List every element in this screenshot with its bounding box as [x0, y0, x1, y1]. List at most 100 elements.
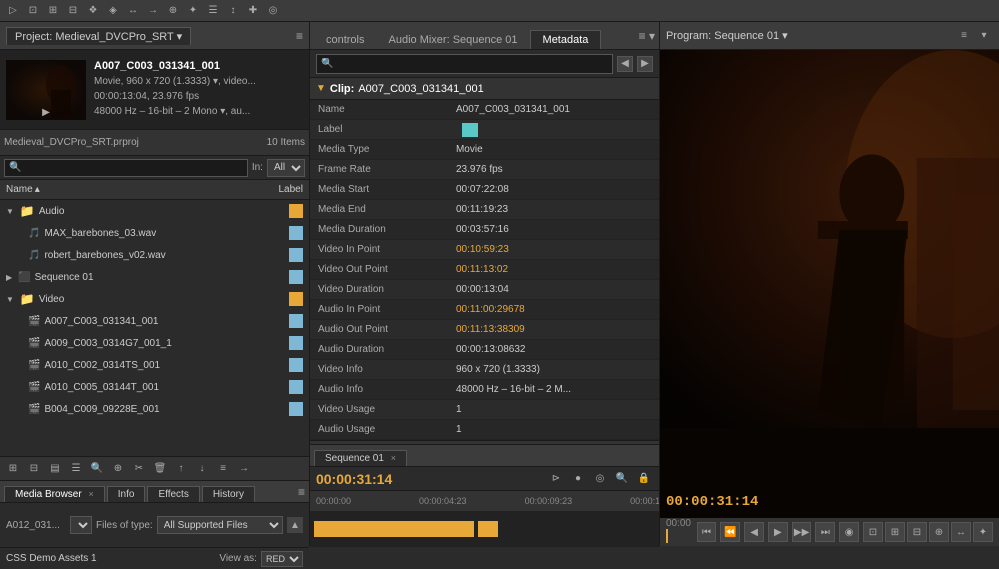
metadata-search-input[interactable] — [316, 54, 613, 74]
meta-key-video-in: Video In Point — [310, 244, 450, 255]
folder-icon-video: 📁 — [20, 292, 35, 306]
bottom-row2: CSS Demo Assets 1 View as: RED — [0, 547, 309, 569]
tab-controls[interactable]: controls — [314, 31, 377, 49]
monitor-btn-step-fwd[interactable]: ⏭ — [815, 522, 835, 542]
meta-prev-btn[interactable]: ◀ — [617, 56, 633, 72]
folder-video[interactable]: ▼ 📁 Video — [0, 288, 309, 310]
toolbar-icon-2[interactable]: ⊡ — [24, 2, 42, 20]
left-icon-8[interactable]: 🗑 — [151, 460, 169, 478]
toolbar-icon-3[interactable]: ⊞ — [44, 2, 62, 20]
left-icon-12[interactable]: → — [235, 460, 253, 478]
toolbar-icon-14[interactable]: ◎ — [264, 2, 282, 20]
meta-next-btn[interactable]: ▶ — [637, 56, 653, 72]
tab-audio-mixer[interactable]: Audio Mixer: Sequence 01 — [377, 31, 530, 49]
toolbar-icon-4[interactable]: ⊟ — [64, 2, 82, 20]
file-a010-t[interactable]: 🎬 A010_C005_03144T_001 — [0, 376, 309, 398]
monitor-btn-step-back[interactable]: ⏮ — [697, 522, 717, 542]
tab-media-browser[interactable]: Media Browser × — [4, 486, 105, 502]
sequence-tab-close[interactable]: × — [391, 453, 396, 463]
file-b004[interactable]: 🎬 B004_C009_09228E_001 — [0, 398, 309, 420]
left-icon-7[interactable]: ✂ — [130, 460, 148, 478]
monitor-icon-1[interactable]: ⊡ — [863, 522, 883, 542]
monitor-icon-6[interactable]: ✦ — [973, 522, 993, 542]
seq-icon-4[interactable]: 🔍 — [613, 470, 631, 488]
project-tab[interactable]: Project: Medieval_DVCPro_SRT ▾ — [6, 27, 191, 45]
tab-info[interactable]: Info — [107, 486, 146, 502]
file-robert-barebones[interactable]: 🎵 robert_barebones_v02.wav — [0, 244, 309, 266]
toolbar-icon-13[interactable]: ✚ — [244, 2, 262, 20]
monitor-btn-prev-frame[interactable]: ◀ — [744, 522, 764, 542]
tab-metadata[interactable]: Metadata — [530, 30, 602, 49]
meta-val-video-out: 00:11:13:02 — [450, 264, 659, 275]
panel-menu-button[interactable]: ≡ — [296, 29, 303, 43]
sequence-tab[interactable]: Sequence 01 × — [314, 450, 407, 466]
left-icon-5[interactable]: 🔍 — [88, 460, 106, 478]
program-menu-btn[interactable]: ≡ — [955, 27, 973, 45]
bottom-panel-menu[interactable]: ≡ — [298, 485, 305, 499]
file-a007[interactable]: 🎬 A007_C003_031341_001 — [0, 310, 309, 332]
file-icon-2: 🎵 — [28, 250, 40, 261]
toolbar-icon-7[interactable]: ↔ — [124, 2, 142, 20]
monitor-icon-3[interactable]: ⊟ — [907, 522, 927, 542]
in-label: In: — [252, 162, 263, 173]
toolbar-icon-11[interactable]: ☰ — [204, 2, 222, 20]
toolbar-icon-8[interactable]: → — [144, 2, 162, 20]
meta-val-media-end: 00:11:19:23 — [450, 204, 659, 215]
seq-icon-2[interactable]: ● — [569, 470, 587, 488]
center-panel-menu[interactable]: ≡ ▾ — [639, 29, 655, 43]
meta-row-frame-rate: Frame Rate 23.976 fps — [310, 160, 659, 180]
program-expand-btn[interactable]: ▾ — [975, 27, 993, 45]
seq-icon-3[interactable]: ◎ — [591, 470, 609, 488]
monitor-btn-rewind[interactable]: ⏪ — [720, 522, 740, 542]
file-icon-a010-t: 🎬 — [28, 382, 40, 393]
meta-key-media-start: Media Start — [310, 184, 450, 195]
left-icon-4[interactable]: ☰ — [67, 460, 85, 478]
file-tree: ▼ 📁 Audio 🎵 MAX_barebones_03.wav 🎵 rober… — [0, 200, 309, 456]
toolbar-icon-9[interactable]: ⊕ — [164, 2, 182, 20]
file-type-select[interactable]: All Supported Files — [157, 516, 283, 534]
folder-audio[interactable]: ▼ 📁 Audio — [0, 200, 309, 222]
seq-icon-1[interactable]: ⊳ — [547, 470, 565, 488]
left-icon-1[interactable]: ⊞ — [4, 460, 22, 478]
monitor-btn-next-frame[interactable]: ▶▶ — [792, 522, 812, 542]
file-icon-a009: 🎬 — [28, 338, 40, 349]
sequence-01[interactable]: ▶ ⬛ Sequence 01 — [0, 266, 309, 288]
folder-label-audio: Audio — [39, 206, 285, 217]
scroll-up-btn[interactable]: ▲ — [287, 517, 303, 533]
file-a009[interactable]: 🎬 A009_C003_0314G7_001_1 — [0, 332, 309, 354]
toolbar-icon-6[interactable]: ◈ — [104, 2, 122, 20]
media-item-dropdown[interactable] — [70, 516, 92, 534]
meta-key-media-end: Media End — [310, 204, 450, 215]
view-select[interactable]: RED — [261, 551, 303, 567]
in-select[interactable]: All — [267, 159, 305, 177]
file-label-a009: A009_C003_0314G7_001_1 — [44, 338, 285, 349]
left-icon-11[interactable]: ≡ — [214, 460, 232, 478]
toolbar-icon-1[interactable]: ▷ — [4, 2, 22, 20]
monitor-btn-play[interactable]: ▶ — [768, 522, 788, 542]
seq-time-header: 00:00:31:14 ⊳ ● ◎ 🔍 🔒 — [310, 467, 659, 491]
tab-media-browser-close[interactable]: × — [88, 489, 93, 499]
left-icon-10[interactable]: ↓ — [193, 460, 211, 478]
monitor-btn-record[interactable]: ◉ — [839, 522, 859, 542]
monitor-icon-4[interactable]: ⊕ — [929, 522, 949, 542]
tab-effects[interactable]: Effects — [147, 486, 199, 502]
monitor-icon-5[interactable]: ↔ — [951, 522, 971, 542]
left-icon-3[interactable]: ▤ — [46, 460, 64, 478]
clip-section-header[interactable]: ▼ Clip: A007_C003_031341_001 — [310, 78, 659, 100]
toolbar-icon-10[interactable]: ✦ — [184, 2, 202, 20]
program-monitor-header: Program: Sequence 01 ▾ ≡ ▾ — [660, 22, 999, 50]
monitor-icon-2[interactable]: ⊞ — [885, 522, 905, 542]
left-icon-9[interactable]: ↑ — [172, 460, 190, 478]
left-icons-row: ⊞ ⊟ ▤ ☰ 🔍 ⊕ ✂ 🗑 ↑ ↓ ≡ → — [0, 456, 309, 480]
seq-icon-5[interactable]: 🔒 — [635, 470, 653, 488]
left-icon-2[interactable]: ⊟ — [25, 460, 43, 478]
file-a010-ts[interactable]: 🎬 A010_C002_0314TS_001 — [0, 354, 309, 376]
name-column-header: Name ▴ — [6, 184, 253, 195]
file-max-barebones[interactable]: 🎵 MAX_barebones_03.wav — [0, 222, 309, 244]
toolbar-icon-5[interactable]: ❖ — [84, 2, 102, 20]
sequence-label: Sequence 01 — [35, 272, 285, 283]
tab-history[interactable]: History — [202, 486, 255, 502]
toolbar-icon-12[interactable]: ↕ — [224, 2, 242, 20]
left-icon-6[interactable]: ⊕ — [109, 460, 127, 478]
search-box[interactable]: 🔍 — [4, 159, 248, 177]
